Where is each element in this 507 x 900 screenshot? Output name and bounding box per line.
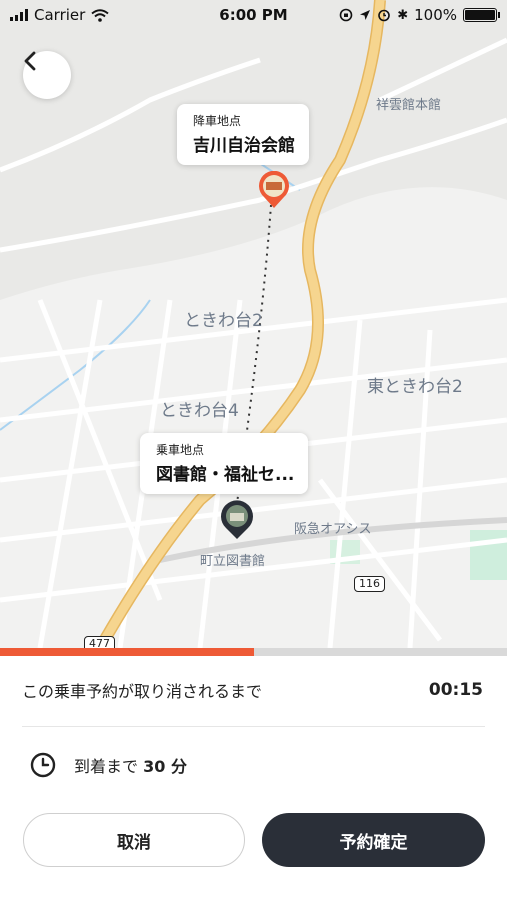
dropoff-name: 吉川自治会館 — [193, 136, 295, 156]
map-poi-label: 祥雲館本館 — [376, 98, 442, 113]
map-poi-label: 町立図書館 — [200, 554, 266, 569]
map-label-area: ときわ台4 — [160, 401, 239, 421]
road-number-badge: 477 — [84, 636, 115, 648]
countdown-progress-bar — [0, 648, 507, 656]
cancel-button[interactable]: 取消 — [23, 813, 245, 867]
dropoff-callout[interactable]: 降車地点 吉川自治会館 — [177, 104, 309, 165]
pickup-name: 図書館・福祉セ... — [156, 465, 295, 485]
pickup-callout[interactable]: 乗車地点 図書館・福祉セ... — [140, 433, 309, 494]
map-view[interactable]: ときわ台2 ときわ台4 東ときわ台2 祥雲館本館 阪急オアシス 町立図書館 11… — [0, 0, 507, 648]
map-poi-label: 阪急オアシス — [294, 522, 372, 537]
bluetooth-icon: ✱ — [397, 7, 409, 23]
booking-panel: この乗車予約が取り消されるまで 00:15 到着まで 30 分 取消 予約確定 — [0, 656, 507, 900]
countdown-label: この乗車予約が取り消されるまで — [22, 682, 263, 701]
countdown-timer: 00:15 — [428, 680, 483, 700]
countdown-row: この乗車予約が取り消されるまで 00:15 — [22, 678, 483, 702]
dropoff-caption: 降車地点 — [193, 114, 242, 128]
battery-icon — [463, 8, 500, 22]
rotation-lock-icon — [339, 8, 353, 22]
map-label-area: 東ときわ台2 — [367, 377, 463, 397]
clock-icon — [30, 752, 56, 778]
countdown-progress-fill — [0, 648, 254, 656]
confirm-reservation-button[interactable]: 予約確定 — [262, 813, 485, 867]
arrival-prefix: 到着まで — [74, 757, 139, 776]
alarm-icon — [378, 9, 391, 22]
dropoff-pin-icon[interactable] — [257, 171, 291, 209]
divider — [22, 726, 485, 727]
chevron-left-icon — [24, 51, 36, 71]
arrival-row: 到着まで 30 分 — [30, 752, 187, 778]
pickup-pin-icon[interactable] — [219, 500, 255, 540]
status-bar: Carrier 6:00 PM ✱ 100% — [0, 0, 507, 30]
location-arrow-icon — [360, 10, 371, 20]
back-button[interactable] — [23, 51, 71, 99]
road-number-badge: 116 — [354, 576, 385, 592]
pickup-caption: 乗車地点 — [156, 443, 205, 457]
map-label-area: ときわ台2 — [184, 311, 263, 331]
arrival-value: 30 分 — [143, 757, 187, 776]
battery-percent: 100% — [414, 6, 457, 24]
